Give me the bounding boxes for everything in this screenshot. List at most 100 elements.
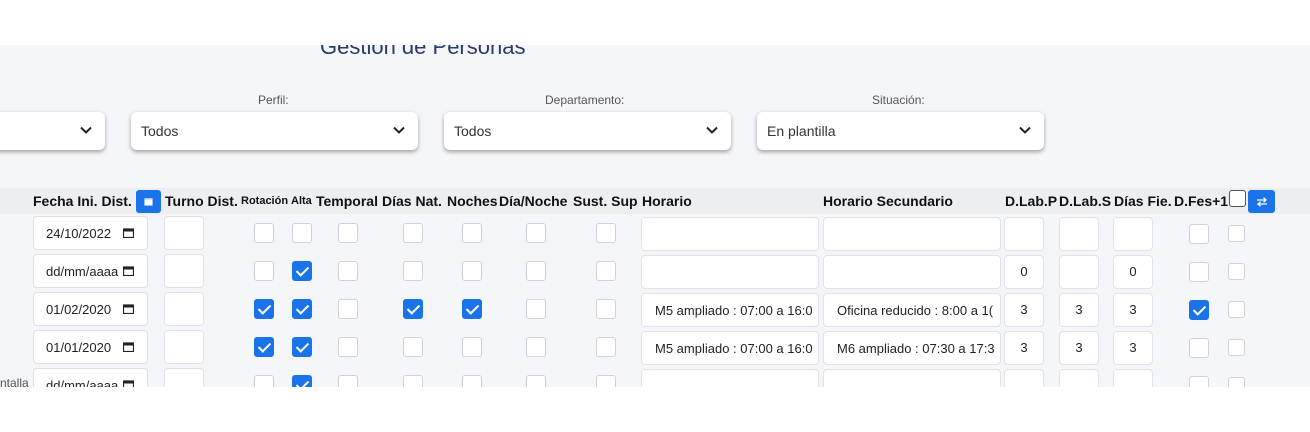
horario-secundario-input[interactable]	[823, 369, 1001, 387]
row-select-checkbox[interactable]	[1228, 339, 1245, 356]
fecha-input[interactable]: 01/01/2020	[33, 330, 148, 364]
swap-button[interactable]	[1248, 190, 1275, 213]
alta-checkbox[interactable]	[292, 375, 312, 387]
dia-noche-checkbox[interactable]	[526, 223, 546, 243]
rotacion-checkbox[interactable]	[254, 375, 274, 387]
calendar-icon[interactable]	[123, 380, 134, 387]
turno-input[interactable]	[164, 292, 204, 326]
rotacion-checkbox[interactable]	[254, 299, 274, 319]
dlabp-input[interactable]: 3	[1004, 331, 1044, 365]
horario-input[interactable]: M5 ampliado : 07:00 a 16:0	[641, 293, 819, 327]
dias-fie-input[interactable]: 3	[1113, 331, 1153, 365]
row-select-checkbox[interactable]	[1228, 263, 1245, 280]
fecha-input[interactable]: dd/mm/aaaa	[33, 368, 148, 387]
dias-fie-input[interactable]: 0	[1113, 255, 1153, 289]
dia-noche-checkbox[interactable]	[526, 375, 546, 387]
col-dfes: D.Fes+1	[1174, 193, 1229, 209]
horario-input[interactable]: M5 ampliado : 07:00 a 16:0	[641, 331, 819, 365]
dlabp-input[interactable]	[1004, 217, 1044, 251]
dias-nat-checkbox[interactable]	[403, 337, 423, 357]
calendar-icon[interactable]	[123, 266, 134, 276]
dias-fie-input[interactable]	[1113, 369, 1153, 387]
sust-sup-checkbox[interactable]	[596, 223, 616, 243]
dfes-checkbox[interactable]	[1189, 338, 1209, 358]
row-select-checkbox[interactable]	[1228, 225, 1245, 242]
temporal-checkbox[interactable]	[338, 299, 358, 319]
noches-checkbox[interactable]	[462, 261, 482, 281]
turno-input[interactable]	[164, 330, 204, 364]
departamento-select-value: Todos	[454, 123, 492, 139]
temporal-checkbox[interactable]	[338, 261, 358, 281]
sust-sup-checkbox[interactable]	[596, 337, 616, 357]
first-filter-select[interactable]	[0, 112, 105, 150]
chevron-down-icon	[80, 126, 92, 134]
calendar-icon[interactable]	[123, 228, 134, 238]
turno-input[interactable]	[164, 368, 204, 387]
dias-fie-input[interactable]	[1113, 217, 1153, 251]
col-temporal: Temporal	[316, 193, 378, 209]
horario-input[interactable]	[641, 369, 819, 387]
col-fecha-ini-dist: Fecha Ini. Dist.	[33, 193, 132, 209]
departamento-select[interactable]: Todos	[444, 112, 731, 150]
rotacion-checkbox[interactable]	[254, 223, 274, 243]
alta-checkbox[interactable]	[292, 337, 312, 357]
dias-nat-checkbox[interactable]	[403, 223, 423, 243]
dias-nat-checkbox[interactable]	[403, 299, 423, 319]
noches-checkbox[interactable]	[462, 375, 482, 387]
perfil-select[interactable]: Todos	[131, 112, 418, 150]
calendar-icon[interactable]	[123, 304, 134, 314]
noches-checkbox[interactable]	[462, 337, 482, 357]
horario-secundario-input[interactable]: Oficina reducido : 8:00 a 1(	[823, 293, 1001, 327]
temporal-checkbox[interactable]	[338, 223, 358, 243]
col-dias-nat: Días Nat.	[382, 193, 442, 209]
sust-sup-checkbox[interactable]	[596, 299, 616, 319]
select-all-checkbox[interactable]	[1229, 190, 1246, 207]
dfes-checkbox[interactable]	[1189, 300, 1209, 320]
dlabs-input[interactable]	[1059, 255, 1099, 289]
rotacion-checkbox[interactable]	[254, 261, 274, 281]
noches-checkbox[interactable]	[462, 223, 482, 243]
dia-noche-checkbox[interactable]	[526, 337, 546, 357]
horario-value: M5 ampliado : 07:00 a 16:0	[655, 303, 813, 318]
alta-checkbox[interactable]	[292, 223, 312, 243]
dlabs-input[interactable]	[1059, 217, 1099, 251]
dfes-checkbox[interactable]	[1189, 262, 1209, 282]
horario-input[interactable]	[641, 255, 819, 289]
sust-sup-checkbox[interactable]	[596, 261, 616, 281]
fecha-value: dd/mm/aaaa	[46, 378, 119, 387]
dias-nat-checkbox[interactable]	[403, 261, 423, 281]
dlabs-input[interactable]: 3	[1059, 331, 1099, 365]
dlabp-input[interactable]	[1004, 369, 1044, 387]
temporal-checkbox[interactable]	[338, 337, 358, 357]
horario-secundario-input[interactable]: M6 ampliado : 07:30 a 17:3	[823, 331, 1001, 365]
row-select-checkbox[interactable]	[1228, 377, 1245, 387]
calendar-icon[interactable]	[123, 342, 134, 352]
dfes-checkbox[interactable]	[1189, 376, 1209, 387]
fecha-input[interactable]: dd/mm/aaaa	[33, 254, 148, 288]
dlabs-input[interactable]: 3	[1059, 293, 1099, 327]
horario-secundario-input[interactable]	[823, 255, 1001, 289]
calendar-button[interactable]	[136, 190, 161, 213]
horario-input[interactable]	[641, 217, 819, 251]
situacion-select[interactable]: En plantilla	[757, 112, 1044, 150]
noches-checkbox[interactable]	[462, 299, 482, 319]
alta-checkbox[interactable]	[292, 261, 312, 281]
dias-fie-input[interactable]: 3	[1113, 293, 1153, 327]
row-select-checkbox[interactable]	[1228, 301, 1245, 318]
horario-secundario-input[interactable]	[823, 217, 1001, 251]
dlabp-input[interactable]: 3	[1004, 293, 1044, 327]
fecha-input[interactable]: 24/10/2022	[33, 216, 148, 250]
turno-input[interactable]	[164, 254, 204, 288]
sust-sup-checkbox[interactable]	[596, 375, 616, 387]
alta-checkbox[interactable]	[292, 299, 312, 319]
dias-nat-checkbox[interactable]	[403, 375, 423, 387]
dfes-checkbox[interactable]	[1189, 224, 1209, 244]
dlabp-input[interactable]: 0	[1004, 255, 1044, 289]
dia-noche-checkbox[interactable]	[526, 261, 546, 281]
turno-input[interactable]	[164, 216, 204, 250]
rotacion-checkbox[interactable]	[254, 337, 274, 357]
dlabs-input[interactable]	[1059, 369, 1099, 387]
dia-noche-checkbox[interactable]	[526, 299, 546, 319]
fecha-input[interactable]: 01/02/2020	[33, 292, 148, 326]
temporal-checkbox[interactable]	[338, 375, 358, 387]
